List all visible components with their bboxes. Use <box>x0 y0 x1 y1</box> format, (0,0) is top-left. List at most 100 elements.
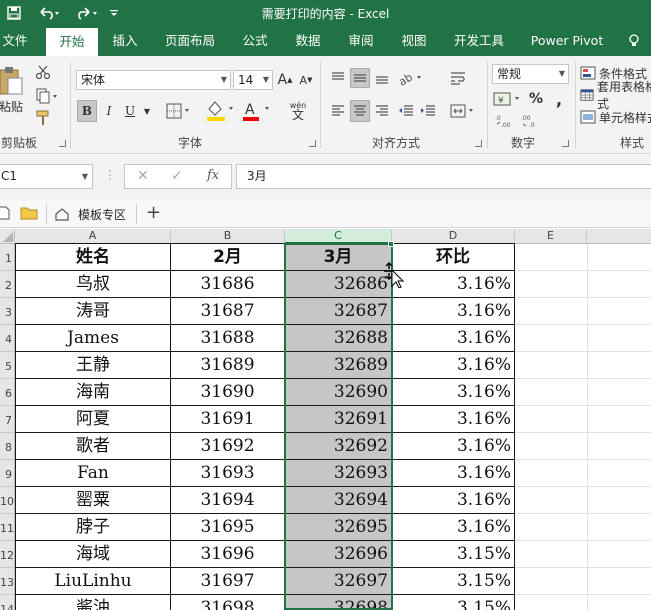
cell-name[interactable]: 海南 <box>15 379 171 406</box>
row-header[interactable]: 3 <box>0 298 15 325</box>
cell-ratio[interactable]: 3.16% <box>392 406 515 433</box>
new-document-icon[interactable] <box>0 206 10 223</box>
cell-feb[interactable]: 31691 <box>171 406 285 433</box>
cell-ratio[interactable]: 3.16% <box>392 271 515 298</box>
enter-icon[interactable]: ✓ <box>171 168 183 184</box>
cancel-icon[interactable]: ✕ <box>137 168 149 184</box>
cell-mar[interactable]: 32691 <box>285 406 392 433</box>
tab-insert[interactable]: 插入 <box>106 26 144 56</box>
tab-file[interactable]: 文件 <box>0 26 30 56</box>
cell-mar[interactable]: 32693 <box>285 460 392 487</box>
cell-ratio[interactable]: 3.16% <box>392 514 515 541</box>
font-size-select[interactable]: 14 ▼ <box>233 70 273 90</box>
align-center-icon[interactable] <box>350 100 370 122</box>
increase-decimal-icon[interactable]: .0.00 <box>494 112 516 130</box>
cell-mar[interactable]: 32687 <box>285 298 392 325</box>
row-header[interactable]: 2 <box>0 271 15 298</box>
number-format-select[interactable]: 常规 ▼ <box>492 64 569 84</box>
cell-name[interactable]: 王静 <box>15 352 171 379</box>
cell-feb[interactable]: 31693 <box>171 460 285 487</box>
cell-ratio[interactable]: 3.16% <box>392 325 515 352</box>
column-header-a[interactable]: A <box>15 229 171 244</box>
cell-ratio[interactable]: 3.16% <box>392 460 515 487</box>
cell-styles-button[interactable]: 单元格样式 <box>580 108 651 126</box>
cell-feb[interactable]: 31688 <box>171 325 285 352</box>
cell-feb[interactable]: 31697 <box>171 568 285 595</box>
row-header[interactable]: 14 <box>0 595 15 610</box>
header-cell-name[interactable]: 姓名 <box>15 243 171 271</box>
orientation-icon[interactable]: ab <box>396 68 426 88</box>
align-right-icon[interactable] <box>372 100 392 122</box>
header-cell-mar[interactable]: 3月 <box>285 243 392 271</box>
select-all-corner[interactable] <box>0 229 15 244</box>
cell-mar[interactable]: 32698 <box>285 595 392 610</box>
phonetic-button[interactable]: wén 文 <box>282 98 314 122</box>
alignment-launcher-icon[interactable] <box>475 140 482 147</box>
underline-button[interactable]: U <box>121 100 139 122</box>
cell-feb[interactable]: 31695 <box>171 514 285 541</box>
column-header-f[interactable] <box>587 229 651 244</box>
copy-icon[interactable] <box>32 86 62 106</box>
template-zone-tab[interactable]: 模板专区 <box>54 204 126 224</box>
header-cell-feb[interactable]: 2月 <box>171 243 285 271</box>
align-bottom-icon[interactable] <box>372 68 392 88</box>
comma-button[interactable]: , <box>550 88 568 110</box>
fill-color-icon[interactable] <box>204 98 236 122</box>
percent-button[interactable]: % <box>526 88 546 110</box>
italic-button[interactable]: I <box>100 100 118 122</box>
cell-name[interactable]: Fan <box>15 460 171 487</box>
cell-mar[interactable]: 32688 <box>285 325 392 352</box>
cell-feb[interactable]: 31689 <box>171 352 285 379</box>
cell-feb[interactable]: 31698 <box>171 595 285 610</box>
cell-feb[interactable]: 31686 <box>171 271 285 298</box>
row-header[interactable]: 1 <box>0 244 15 271</box>
column-header-d[interactable]: D <box>392 229 515 244</box>
formula-input[interactable]: 3月 <box>236 164 651 189</box>
cell-name[interactable]: 海域 <box>15 541 171 568</box>
header-cell-ratio[interactable]: 环比 <box>392 243 515 271</box>
format-painter-icon[interactable] <box>32 108 54 128</box>
borders-icon[interactable] <box>164 100 194 122</box>
tab-page-layout[interactable]: 页面布局 <box>160 26 220 56</box>
row-header[interactable]: 9 <box>0 460 15 487</box>
wrap-text-icon[interactable] <box>448 68 468 88</box>
tab-formulas[interactable]: 公式 <box>236 26 274 56</box>
tab-developer[interactable]: 开发工具 <box>448 26 510 56</box>
align-left-icon[interactable] <box>328 100 348 122</box>
cell-mar[interactable]: 32692 <box>285 433 392 460</box>
decrease-indent-icon[interactable] <box>396 100 416 122</box>
align-top-icon[interactable] <box>328 68 348 88</box>
clipboard-launcher-icon[interactable] <box>59 140 66 147</box>
cell-name[interactable]: 脖子 <box>15 514 171 541</box>
tab-power-pivot[interactable]: Power Pivot <box>526 26 608 56</box>
currency-icon[interactable]: ¥ <box>492 88 524 110</box>
cell-ratio[interactable]: 3.16% <box>392 433 515 460</box>
cell-mar[interactable]: 32689 <box>285 352 392 379</box>
font-launcher-icon[interactable] <box>309 140 316 147</box>
paste-icon[interactable] <box>0 64 26 98</box>
cell-name[interactable]: 歌者 <box>15 433 171 460</box>
align-middle-icon[interactable] <box>350 68 370 88</box>
cell-ratio[interactable]: 3.16% <box>392 379 515 406</box>
format-as-table-button[interactable]: 套用表格格式 <box>580 80 651 111</box>
tell-me-icon[interactable] <box>622 26 646 56</box>
cell-mar[interactable]: 32695 <box>285 514 392 541</box>
fill-handle[interactable] <box>388 241 394 247</box>
row-header[interactable]: 11 <box>0 514 15 541</box>
cell-name[interactable]: 鸟叔 <box>15 271 171 298</box>
row-header[interactable]: 5 <box>0 352 15 379</box>
row-header[interactable]: 8 <box>0 433 15 460</box>
cell-name[interactable]: 涛哥 <box>15 298 171 325</box>
row-header[interactable]: 10 <box>0 487 15 514</box>
chevron-down-icon[interactable]: ▼ <box>140 100 154 122</box>
cell-feb[interactable]: 31687 <box>171 298 285 325</box>
column-header-c[interactable]: C <box>285 229 392 244</box>
decrease-decimal-icon[interactable]: .00.0 <box>520 112 542 130</box>
merge-center-icon[interactable] <box>448 100 478 122</box>
name-box[interactable]: C1 ▼ <box>0 164 93 189</box>
bold-button[interactable]: B <box>77 100 97 122</box>
cell-feb[interactable]: 31694 <box>171 487 285 514</box>
cell-feb[interactable]: 31692 <box>171 433 285 460</box>
paste-button[interactable]: 粘贴 <box>0 98 26 114</box>
cell-ratio[interactable]: 3.16% <box>392 298 515 325</box>
